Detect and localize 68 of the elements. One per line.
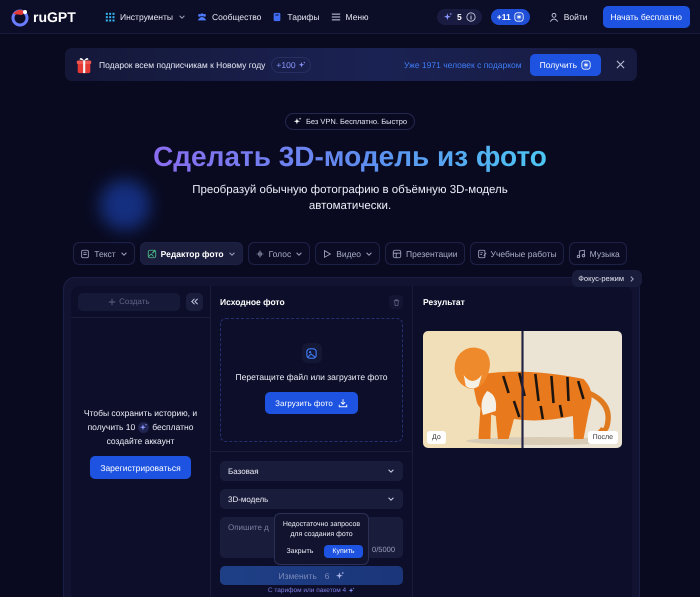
light-glow [100, 180, 150, 230]
plus-icon [108, 298, 116, 306]
image-icon [302, 343, 322, 363]
people-icon [197, 12, 208, 22]
waveform-icon [254, 248, 265, 258]
logo-text[interactable]: ruGPT [33, 8, 76, 24]
tool-tab[interactable]: Редактор фото [140, 242, 243, 265]
nav-link[interactable]: Инструменты [105, 12, 186, 22]
sparkle-icon [334, 570, 345, 580]
download-icon [338, 398, 348, 408]
credits-badge[interactable]: 5 [437, 8, 482, 24]
signup-prompt: Чтобы сохранить историю, и [84, 407, 198, 420]
nav-link[interactable]: Тарифы [272, 12, 320, 22]
tool-tab[interactable]: Текст [73, 242, 135, 265]
upload-dropzone[interactable]: Перетащите файл или загрузите фото Загрузить фото [220, 318, 403, 442]
nav-link[interactable]: Сообщество [197, 12, 262, 22]
tool-tab[interactable]: Презентации [385, 242, 465, 265]
placeholder-text: Опишите д [228, 523, 269, 532]
upload-button[interactable]: Загрузить фото [265, 392, 358, 414]
tool-tab[interactable]: Видео [315, 242, 380, 265]
page-subtitle: Преобразуй обычную фотографию в объёмную 3D-модель автоматически. [191, 183, 509, 214]
layout-icon [392, 248, 402, 258]
promo-text: Подарок всем подписчикам к Новому году [99, 60, 266, 70]
double-chevron-left-icon [190, 297, 199, 306]
signup-prompt: бесплатно [152, 421, 194, 434]
column-title: Исходное фото [220, 297, 285, 307]
chevron-down-icon [387, 467, 395, 475]
select-field[interactable]: Базовая [220, 461, 403, 481]
gift-counter: Уже 1971 человек с подарком [404, 60, 522, 70]
start-free-button[interactable]: Начать бесплатно [602, 6, 690, 28]
dropzone-text: Перетащите файл или загрузите фото [236, 372, 388, 382]
bonus-badge: +100 [271, 56, 311, 72]
trash-icon [392, 298, 400, 306]
info-icon [466, 12, 476, 22]
notebook-icon [476, 248, 487, 258]
tool-tab[interactable]: Музыка [568, 242, 627, 265]
document-icon [80, 248, 90, 258]
get-gift-button[interactable]: Получить [530, 54, 601, 76]
credits-count: 5 [457, 12, 462, 22]
user-icon [548, 12, 559, 22]
gift-icon [75, 56, 93, 74]
signup-prompt: создайте аккаунт [106, 435, 174, 448]
grid-icon [105, 12, 115, 22]
tool-tab[interactable]: Голос [248, 242, 310, 265]
music-note-icon [576, 248, 586, 258]
sparkle-icon [292, 117, 302, 126]
snowflake-icon [514, 12, 524, 22]
select-field[interactable]: 3D-модель [220, 489, 403, 509]
signup-prompt: получить 10 [88, 421, 136, 434]
menu-icon [330, 12, 341, 22]
sparkle-icon [443, 12, 454, 22]
sparkle-icon [298, 60, 306, 68]
logo-icon[interactable] [10, 6, 30, 26]
delete-button[interactable] [389, 295, 403, 309]
sparkle-icon [348, 587, 356, 594]
collapse-button[interactable] [186, 292, 203, 310]
nav-link[interactable]: Меню [330, 12, 369, 22]
tool-tab[interactable]: Учебные работы [470, 242, 564, 265]
register-button[interactable]: Зарегистрироваться [90, 456, 191, 479]
image-edit-icon [146, 248, 157, 258]
login-button[interactable]: Войти [542, 10, 594, 22]
snowflake-icon [581, 60, 591, 70]
chevron-right-icon [628, 274, 636, 282]
book-icon [272, 12, 282, 22]
chevron-down-icon [387, 495, 395, 503]
bonus-button[interactable]: +11 [490, 8, 530, 24]
play-icon [322, 248, 332, 258]
column-title: Результат [423, 297, 465, 307]
